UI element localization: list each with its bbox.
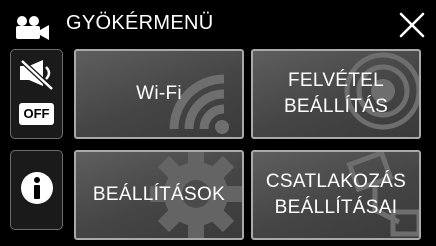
tile-label-line: Wi-Fi [136, 83, 182, 104]
tile-label: FELVÉTEL BEÁLLÍTÁS [253, 51, 419, 137]
tile-label: Wi-Fi [76, 51, 242, 137]
tile-label: BEÁLLÍTÁSOK [76, 152, 242, 238]
off-badge: OFF [19, 103, 54, 125]
tile-label-line: CSATLAKOZÁS [265, 171, 407, 192]
tile-label-line: FELVÉTEL [287, 70, 385, 91]
close-icon[interactable] [397, 10, 427, 40]
mute-icon [20, 59, 54, 91]
info-icon [21, 172, 53, 204]
page-title: GYÖKÉRMENÜ [66, 12, 214, 34]
wifi-tile-button[interactable]: Wi-Fi [74, 49, 244, 139]
record-settings-tile-button[interactable]: FELVÉTEL BEÁLLÍTÁS [251, 49, 421, 139]
tile-label-line: BEÁLLÍTÁS [283, 96, 389, 117]
movie-camera-icon [16, 16, 49, 40]
tile-label-line: BEÁLLÍTÁSOK [92, 184, 226, 205]
tile-label-line: BEÁLLÍTÁSAI [274, 197, 398, 218]
settings-tile-button[interactable]: BEÁLLÍTÁSOK [74, 150, 244, 240]
tile-label: CSATLAKOZÁS BEÁLLÍTÁSAI [253, 152, 419, 238]
header-bar: GYÖKÉRMENÜ [0, 0, 436, 44]
connection-settings-tile-button[interactable]: CSATLAKOZÁS BEÁLLÍTÁSAI [251, 150, 421, 240]
info-button[interactable] [10, 150, 63, 230]
mute-toggle-button[interactable]: OFF [10, 49, 63, 139]
